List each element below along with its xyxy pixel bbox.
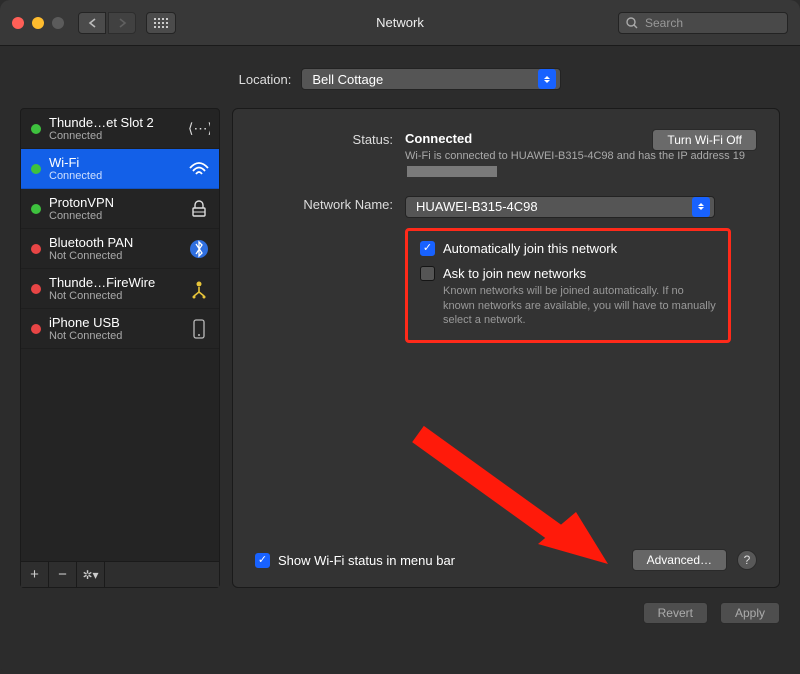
interface-text: Thunde…FireWire Not Connected	[49, 275, 179, 302]
status-dot	[31, 244, 41, 254]
network-name-select[interactable]: HUAWEI-B315-4C98	[405, 196, 715, 218]
interface-row-bluetooth[interactable]: Bluetooth PAN Not Connected	[21, 229, 219, 269]
advanced-button[interactable]: Advanced…	[632, 549, 727, 571]
auto-join-checkbox[interactable]	[420, 241, 435, 256]
interface-status: Connected	[49, 130, 179, 142]
network-name-value-wrap: HUAWEI-B315-4C98	[405, 196, 757, 218]
interface-row-protonvpn[interactable]: ProtonVPN Connected	[21, 189, 219, 229]
show-status-label: Show Wi-Fi status in menu bar	[278, 553, 455, 568]
status-description: Wi-Fi is connected to HUAWEI-B315-4C98 a…	[405, 149, 757, 180]
interface-status: Not Connected	[49, 250, 179, 262]
interface-name: Bluetooth PAN	[49, 235, 179, 250]
network-prefs-window: Network Location: Bell Cottage Thunde…et…	[0, 0, 800, 674]
location-row: Location: Bell Cottage	[0, 46, 800, 108]
back-button[interactable]	[78, 12, 106, 34]
auto-join-wrap: Automatically join this network	[443, 241, 617, 256]
wifi-icon	[187, 160, 211, 178]
titlebar: Network	[0, 0, 800, 46]
interface-sidebar: Thunde…et Slot 2 Connected ⟨⋯⟩ Wi-Fi Con…	[20, 108, 220, 588]
status-dot	[31, 124, 41, 134]
highlight-annotation: Automatically join this network Ask to j…	[405, 228, 731, 344]
add-interface-button[interactable]: +	[21, 562, 49, 587]
status-desc-text: Wi-Fi is connected to HUAWEI-B315-4C98 a…	[405, 150, 745, 162]
minimize-window-button[interactable]	[32, 17, 44, 29]
location-select[interactable]: Bell Cottage	[301, 68, 561, 90]
interface-row-thunderbolt[interactable]: Thunde…et Slot 2 Connected ⟨⋯⟩	[21, 109, 219, 149]
interface-text: Wi-Fi Connected	[49, 155, 179, 182]
status-dot	[31, 324, 41, 334]
ask-join-label: Ask to join new networks	[443, 266, 716, 281]
turn-wifi-off-button[interactable]: Turn Wi-Fi Off	[652, 129, 757, 151]
footer: Revert Apply	[0, 588, 800, 624]
interface-row-iphone-usb[interactable]: iPhone USB Not Connected	[21, 309, 219, 349]
thunderbolt-bridge-icon: ⟨⋯⟩	[187, 120, 211, 138]
show-all-button[interactable]	[146, 12, 176, 34]
search-input[interactable]	[618, 12, 788, 34]
show-status-checkbox[interactable]	[255, 553, 270, 568]
status-label: Status:	[255, 131, 405, 180]
ask-join-row: Ask to join new networks Known networks …	[420, 266, 716, 329]
revert-button[interactable]: Revert	[643, 602, 708, 624]
network-name-value: HUAWEI-B315-4C98	[416, 199, 538, 214]
interface-text: Thunde…et Slot 2 Connected	[49, 115, 179, 142]
interface-actions-button[interactable]: ✲▾	[77, 562, 105, 587]
firewire-icon	[187, 279, 211, 299]
search-icon	[626, 17, 638, 29]
interface-name: Thunde…et Slot 2	[49, 115, 179, 130]
interface-status: Connected	[49, 170, 179, 182]
interface-text: ProtonVPN Connected	[49, 195, 179, 222]
bluetooth-icon	[187, 239, 211, 259]
forward-button[interactable]	[108, 12, 136, 34]
nav-buttons	[78, 12, 136, 34]
status-dot	[31, 204, 41, 214]
interface-row-firewire[interactable]: Thunde…FireWire Not Connected	[21, 269, 219, 309]
close-window-button[interactable]	[12, 17, 24, 29]
interface-status: Not Connected	[49, 330, 179, 342]
interface-row-wifi[interactable]: Wi-Fi Connected	[21, 149, 219, 189]
interface-status: Not Connected	[49, 290, 179, 302]
network-name-row: Network Name: HUAWEI-B315-4C98	[255, 196, 757, 218]
interface-list: Thunde…et Slot 2 Connected ⟨⋯⟩ Wi-Fi Con…	[21, 109, 219, 561]
updown-icon	[692, 197, 710, 217]
ask-join-checkbox[interactable]	[420, 266, 435, 281]
network-name-label: Network Name:	[255, 196, 405, 218]
detail-panel: Turn Wi-Fi Off Status: Connected Wi-Fi i…	[232, 108, 780, 588]
status-dot	[31, 284, 41, 294]
help-button[interactable]: ?	[737, 550, 757, 570]
search-wrap	[618, 12, 788, 34]
sidebar-footer: + − ✲▾	[21, 561, 219, 587]
updown-icon	[538, 69, 556, 89]
svg-text:⟨⋯⟩: ⟨⋯⟩	[188, 120, 210, 136]
zoom-window-button[interactable]	[52, 17, 64, 29]
auto-join-label: Automatically join this network	[443, 241, 617, 256]
location-value: Bell Cottage	[312, 72, 383, 87]
ask-join-help: Known networks will be joined automatica…	[443, 284, 716, 329]
window-title: Network	[376, 15, 424, 30]
interface-name: iPhone USB	[49, 315, 179, 330]
chevron-right-icon	[118, 18, 127, 28]
redacted-ip	[407, 166, 497, 177]
detail-bottom-row: Show Wi-Fi status in menu bar Advanced… …	[255, 549, 757, 571]
interface-name: Wi-Fi	[49, 155, 179, 170]
window-controls	[12, 17, 64, 29]
interface-text: iPhone USB Not Connected	[49, 315, 179, 342]
interface-status: Connected	[49, 210, 179, 222]
location-label: Location:	[239, 72, 292, 87]
chevron-left-icon	[88, 18, 97, 28]
lock-icon	[187, 200, 211, 218]
interface-name: Thunde…FireWire	[49, 275, 179, 290]
auto-join-row: Automatically join this network	[420, 241, 716, 256]
content: Thunde…et Slot 2 Connected ⟨⋯⟩ Wi-Fi Con…	[0, 108, 800, 588]
remove-interface-button[interactable]: −	[49, 562, 77, 587]
interface-text: Bluetooth PAN Not Connected	[49, 235, 179, 262]
iphone-icon	[187, 319, 211, 339]
grid-icon	[154, 18, 168, 28]
interface-name: ProtonVPN	[49, 195, 179, 210]
status-dot	[31, 164, 41, 174]
ask-join-wrap: Ask to join new networks Known networks …	[443, 266, 716, 329]
apply-button[interactable]: Apply	[720, 602, 780, 624]
